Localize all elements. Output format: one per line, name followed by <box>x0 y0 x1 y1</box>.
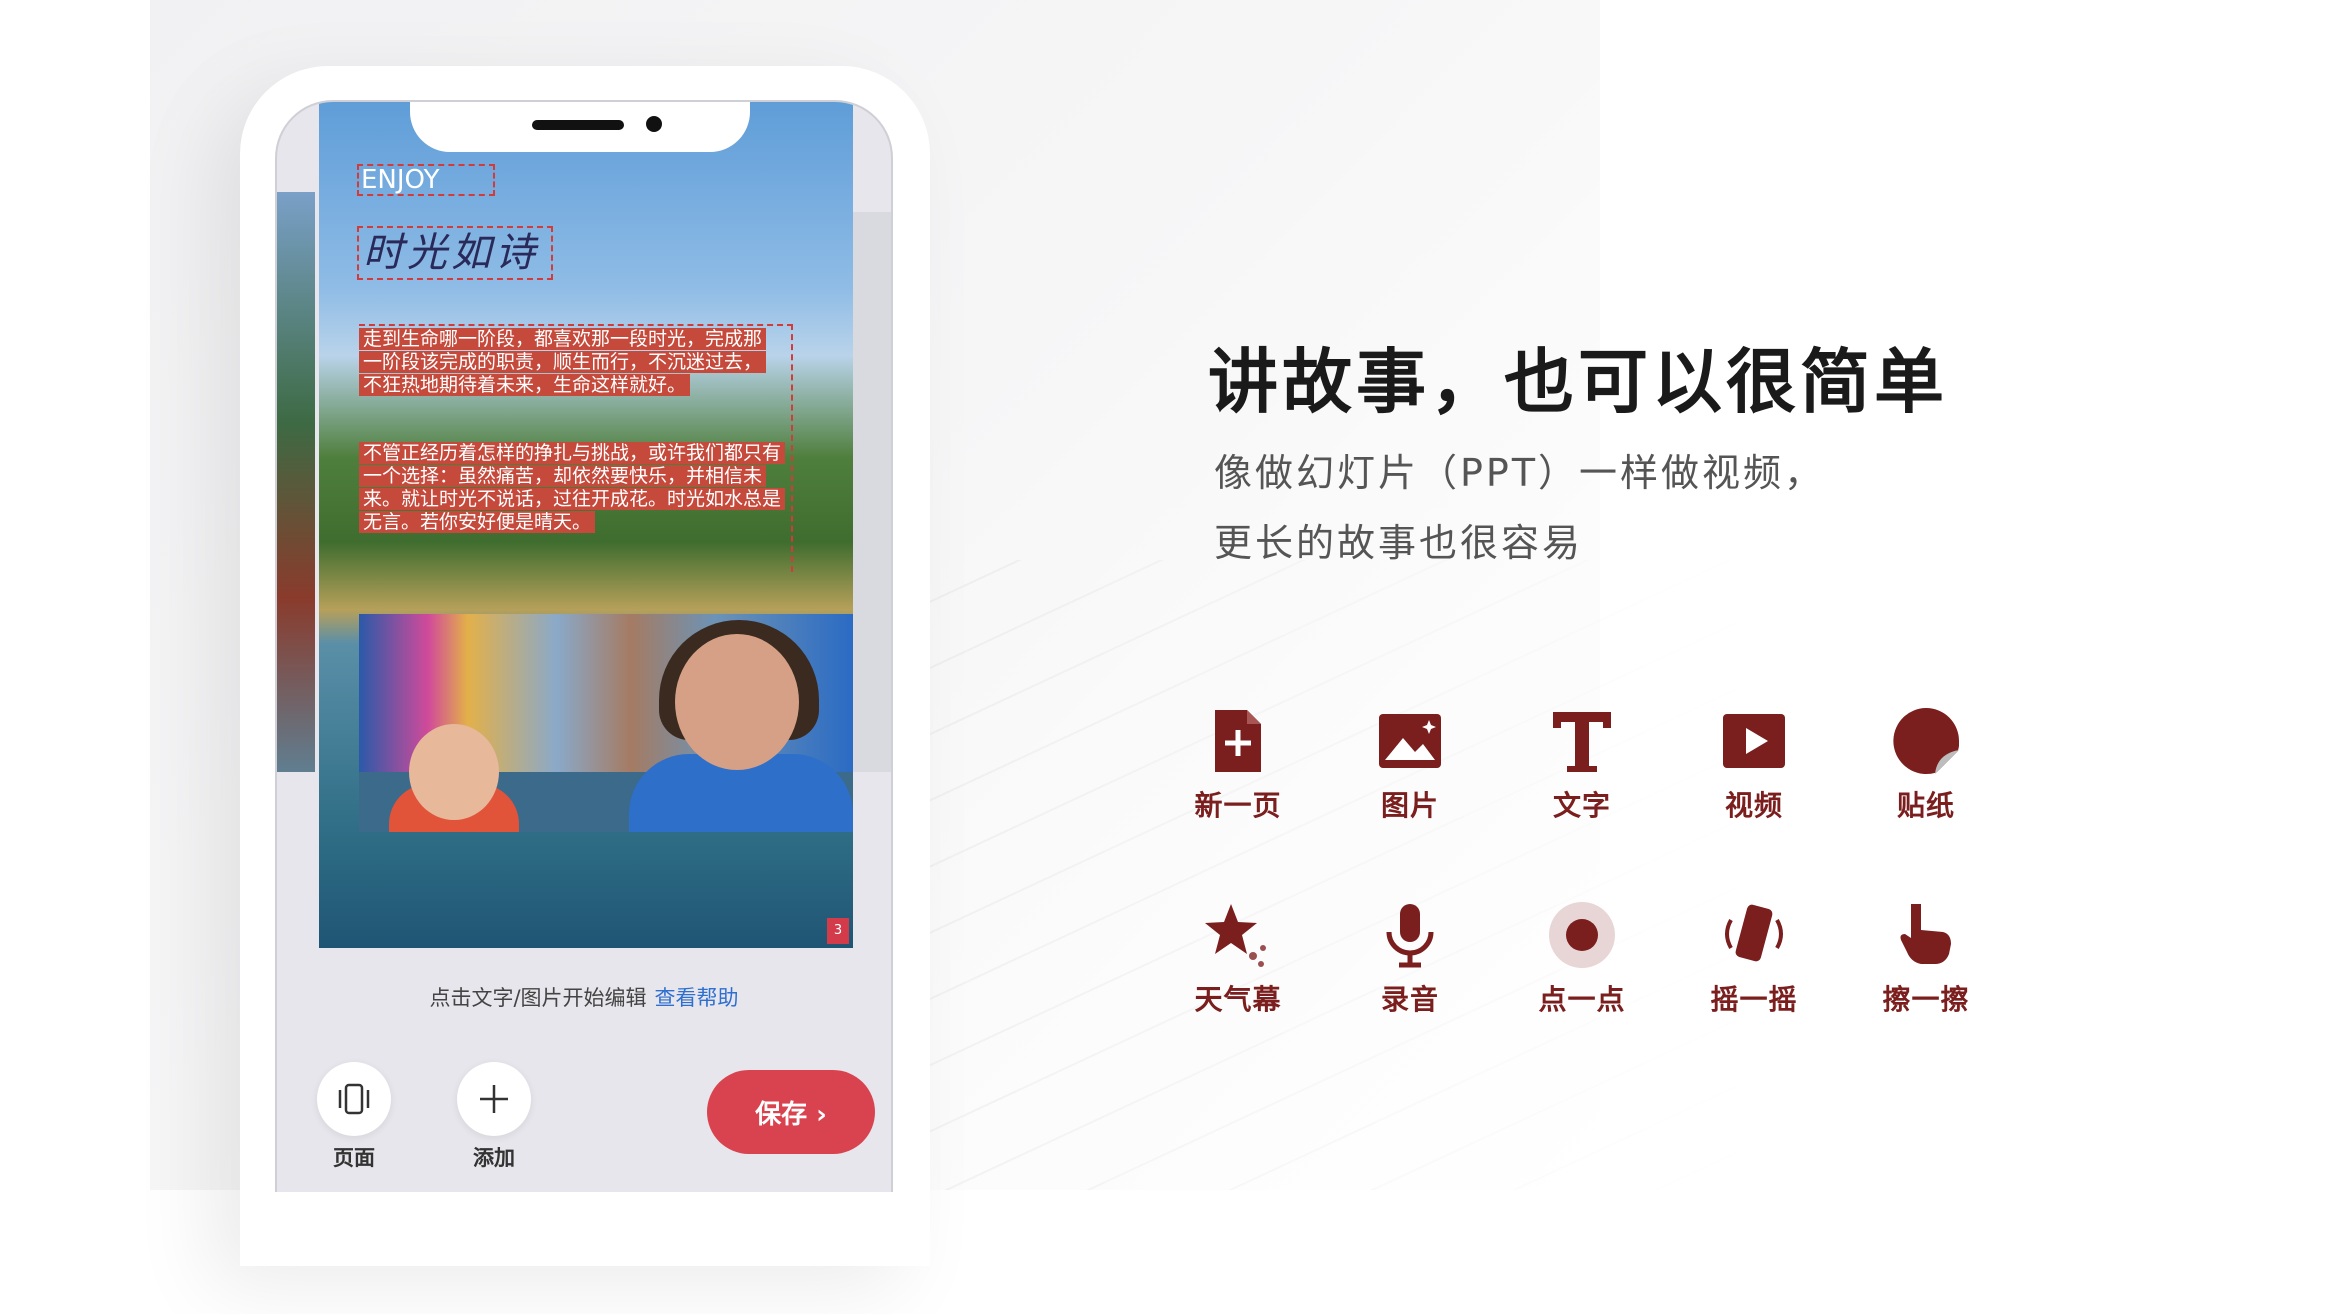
feature-wipe[interactable]: 擦一擦 <box>1856 900 1996 1018</box>
feature-text-label: 文字 <box>1552 789 1611 822</box>
feature-text[interactable]: 文字 <box>1512 706 1652 824</box>
feature-tap[interactable]: 点一点 <box>1512 900 1652 1018</box>
feature-video-label: 视频 <box>1724 789 1783 822</box>
front-camera <box>646 116 662 132</box>
video-icon <box>1723 714 1785 768</box>
paragraph-1-content: 走到生命哪一阶段，都喜欢那一段时光，完成那一阶段该完成的职责，顺生而行，不沉迷过… <box>359 328 767 396</box>
pages-label: 页面 <box>333 1146 375 1170</box>
photo-child-face <box>409 724 499 820</box>
feature-wipe-label: 擦一擦 <box>1882 983 1970 1016</box>
image-icon <box>1379 714 1441 768</box>
help-link[interactable]: 查看帮助 <box>655 986 739 1010</box>
plus-icon <box>480 1085 508 1113</box>
feature-weather-label: 天气幕 <box>1194 983 1282 1016</box>
handwritten-title-box[interactable]: 时光如诗 <box>357 226 553 280</box>
promo-headline: 讲故事，也可以很简单 <box>1208 341 1948 423</box>
feature-weather[interactable]: 天气幕 <box>1168 900 1308 1018</box>
phone-notch <box>410 102 750 152</box>
slide-photo[interactable] <box>359 614 853 832</box>
feature-new-page-label: 新一页 <box>1194 789 1282 822</box>
photo-adult-face <box>675 634 799 770</box>
microphone-icon <box>1386 904 1434 968</box>
sticker-icon <box>1893 708 1959 774</box>
previous-slide-card[interactable] <box>277 192 315 772</box>
add-button[interactable] <box>457 1062 531 1136</box>
edit-hint: 点击文字/图片开始编辑 查看帮助 <box>277 982 891 1012</box>
pages-icon <box>338 1083 370 1115</box>
feature-record-label: 录音 <box>1380 983 1439 1016</box>
feature-tap-label: 点一点 <box>1538 983 1626 1016</box>
feature-image-label: 图片 <box>1380 789 1439 822</box>
promo-subline-1: 像做幻灯片（PPT）一样做视频， <box>1214 451 1826 495</box>
text-icon <box>1553 712 1611 772</box>
phone-screen: ENJOY 时光如诗 走到生命哪一阶段，都喜欢那一段时光，完成那一阶段该完成的职… <box>275 100 893 1192</box>
wipe-hand-icon <box>1900 904 1951 964</box>
paragraph-text-2[interactable]: 不管正经历着怎样的挣扎与挑战，或许我们都只有一个选择：虽然痛苦，却依然要快乐，并… <box>359 442 789 534</box>
background-lines <box>880 560 1780 1190</box>
feature-record[interactable]: 录音 <box>1340 900 1480 1018</box>
feature-image[interactable]: 图片 <box>1340 706 1480 824</box>
feature-shake[interactable]: 摇一摇 <box>1684 900 1824 1018</box>
speaker-grille <box>532 120 624 130</box>
weather-star-icon <box>1205 904 1266 967</box>
new-page-icon <box>1215 710 1261 772</box>
feature-new-page[interactable]: 新一页 <box>1168 706 1308 824</box>
feature-video[interactable]: 视频 <box>1684 706 1824 824</box>
enjoy-text-box[interactable]: ENJOY <box>357 164 495 196</box>
feature-sticker[interactable]: 贴纸 <box>1856 706 1996 824</box>
paragraph-2-content: 不管正经历着怎样的挣扎与挑战，或许我们都只有一个选择：虽然痛苦，却依然要快乐，并… <box>359 442 786 533</box>
promo-subline-2: 更长的故事也很容易 <box>1214 521 1584 565</box>
edit-hint-text: 点击文字/图片开始编辑 <box>429 986 647 1010</box>
pages-button[interactable] <box>317 1062 391 1136</box>
add-label: 添加 <box>473 1146 515 1170</box>
feature-sticker-label: 贴纸 <box>1896 789 1955 822</box>
slide-canvas[interactable]: ENJOY 时光如诗 走到生命哪一阶段，都喜欢那一段时光，完成那一阶段该完成的职… <box>319 102 853 948</box>
shake-phone-icon <box>1725 904 1783 962</box>
tap-dot-icon <box>1549 902 1615 968</box>
page-number-badge: 3 <box>827 918 849 944</box>
next-slide-card[interactable] <box>851 212 891 772</box>
paragraph-text-1[interactable]: 走到生命哪一阶段，都喜欢那一段时光，完成那一阶段该完成的职责，顺生而行，不沉迷过… <box>359 328 779 397</box>
save-button[interactable]: 保存 › <box>707 1070 875 1154</box>
feature-shake-label: 摇一摇 <box>1710 983 1798 1016</box>
